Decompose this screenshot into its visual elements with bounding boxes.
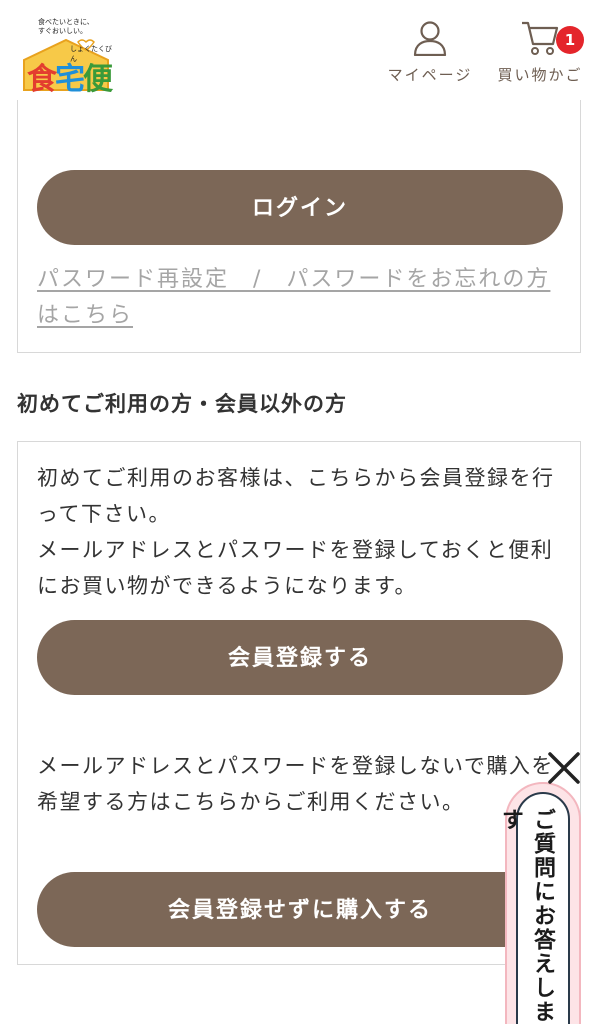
- faq-tab-label: ご質問にお答えします: [498, 808, 555, 1024]
- nav-cart[interactable]: 買い物かご 1: [494, 20, 586, 85]
- person-icon: [413, 21, 447, 56]
- logo-char-1: 食: [27, 62, 57, 97]
- logo-tagline-line2: すぐおいしい。: [38, 27, 87, 35]
- faq-floating-tab[interactable]: ご質問にお答えします: [498, 782, 581, 1024]
- guest-description: メールアドレスとパスワードを登録しないで購入を希望する方はこちらからご利用くださ…: [37, 754, 554, 814]
- logo-tagline: 食べたいときに、 すぐおいしい。: [38, 18, 118, 36]
- register-description-line2: メールアドレスとパスワードを登録しておくと便利にお買い物ができるようになります。: [37, 538, 554, 598]
- logo-tagline-line1: 食べたいときに、: [38, 18, 94, 26]
- faq-tab-inner: ご質問にお答えします: [498, 792, 570, 1024]
- cart-icon: [522, 21, 559, 55]
- nav-cart-label: 買い物かご: [497, 66, 583, 84]
- login-button[interactable]: ログイン: [37, 170, 563, 245]
- nav-mypage-label: マイページ: [387, 66, 473, 84]
- site-header: 食べたいときに、 すぐおいしい。 しょくたくびん 食宅便 マイページ 買い物かご…: [0, 0, 616, 100]
- logo-char-2: 宅: [55, 62, 85, 97]
- register-description: 初めてご利用のお客様は、こちらから会員登録を行って下さい。 メールアドレスとパスワ…: [37, 460, 569, 604]
- cart-count-badge: 1: [556, 26, 584, 54]
- register-description-line1: 初めてご利用のお客様は、こちらから会員登録を行って下さい。: [37, 466, 555, 526]
- section-title: 初めてご利用の方・会員以外の方: [17, 392, 347, 416]
- new-customer-panel: 初めてご利用のお客様は、こちらから会員登録を行って下さい。 メールアドレスとパスワ…: [17, 441, 581, 965]
- site-logo[interactable]: 食べたいときに、 すぐおいしい。 しょくたくびん 食宅便: [20, 18, 113, 97]
- login-panel: ログイン パスワード再設定 / パスワードをお忘れの方はこちら: [17, 100, 581, 353]
- nav-mypage[interactable]: マイページ: [386, 20, 474, 85]
- register-button[interactable]: 会員登録する: [37, 620, 563, 695]
- password-reset-link[interactable]: パスワード再設定 / パスワードをお忘れの方はこちら: [37, 262, 567, 334]
- close-icon[interactable]: [544, 748, 584, 788]
- page: 食べたいときに、 すぐおいしい。 しょくたくびん 食宅便 マイページ 買い物かご…: [0, 0, 616, 1024]
- guest-checkout-button[interactable]: 会員登録せずに購入する: [37, 872, 563, 947]
- logo-wordmark: 食宅便: [27, 54, 113, 98]
- logo-char-3: 便: [83, 62, 113, 97]
